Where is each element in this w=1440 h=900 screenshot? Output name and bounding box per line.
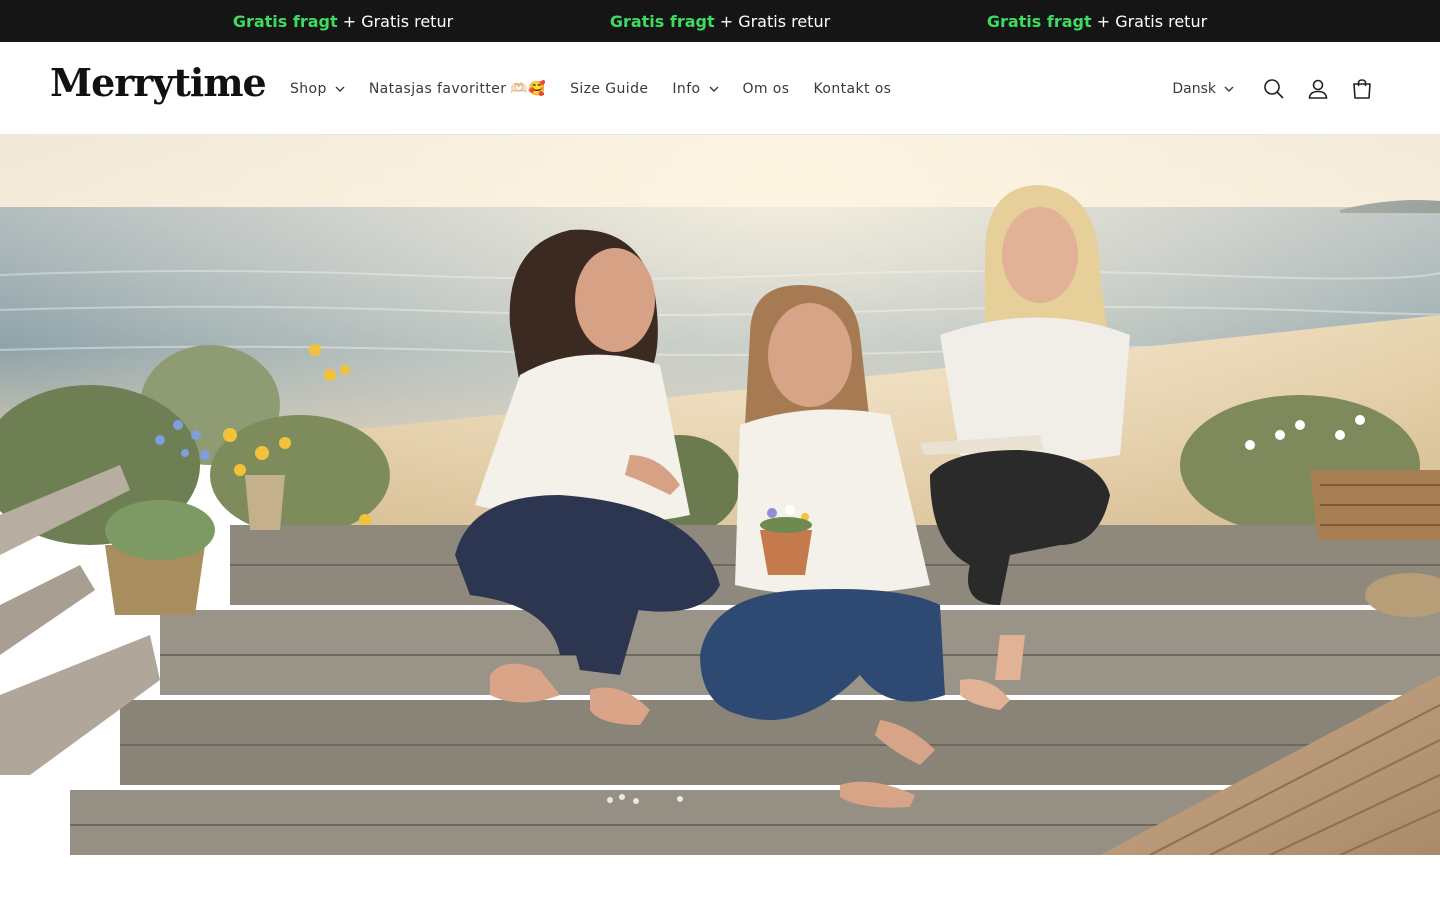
language-label: Dansk (1172, 80, 1216, 97)
site-header: Merrytime Shop Natasjas favoritter 🫶🏻🥰 S… (0, 42, 1440, 135)
search-button[interactable] (1252, 67, 1296, 111)
header-tools: Dansk (1172, 42, 1384, 135)
announcement-highlight: Gratis fragt (986, 11, 1092, 31)
nav-item-label: Info (672, 80, 701, 97)
account-button[interactable] (1296, 67, 1340, 111)
chevron-down-icon (1224, 86, 1234, 92)
language-selector[interactable]: Dansk (1172, 81, 1234, 97)
announcement-highlight: Gratis fragt (232, 11, 338, 31)
chevron-down-icon (709, 86, 718, 92)
nav-item-label: Om os (742, 80, 790, 97)
hero-image (0, 135, 1440, 855)
nav-item-label: Natasjas favoritter (368, 80, 507, 97)
search-icon (1264, 78, 1284, 99)
nav-item-contact[interactable]: Kontakt os (813, 81, 891, 97)
logo[interactable]: Merrytime (50, 60, 267, 105)
hero-banner (0, 135, 1440, 855)
nav-item-about[interactable]: Om os (743, 81, 790, 97)
announcement-bar: Gratis fragt + Gratis retur Gratis fragt… (0, 0, 1440, 42)
announcement-item: Gratis fragt + Gratis retur (155, 12, 532, 31)
chevron-down-icon (335, 86, 345, 92)
announcement-text: + Gratis retur (1091, 11, 1208, 31)
main-nav: Shop Natasjas favoritter 🫶🏻🥰 Size Guide … (290, 42, 915, 135)
nav-item-label: Shop (290, 80, 327, 97)
cart-button[interactable] (1340, 67, 1384, 111)
announcement-text: + Gratis retur (714, 11, 831, 31)
heart-emoji-icon: 🫶🏻🥰 (510, 80, 547, 97)
nav-item-size-guide[interactable]: Size Guide (570, 81, 648, 97)
announcement-item: Gratis fragt + Gratis retur (909, 12, 1286, 31)
nav-item-label: Kontakt os (813, 80, 892, 97)
announcement-item: Gratis fragt + Gratis retur (532, 12, 909, 31)
nav-item-favorites[interactable]: Natasjas favoritter 🫶🏻🥰 (369, 81, 546, 97)
cart-icon (1353, 78, 1371, 99)
nav-item-shop[interactable]: Shop (290, 81, 345, 97)
account-icon (1308, 79, 1328, 99)
announcement-text: + Gratis retur (337, 11, 454, 31)
nav-item-label: Size Guide (570, 80, 649, 97)
nav-item-info[interactable]: Info (672, 81, 718, 97)
announcement-highlight: Gratis fragt (609, 11, 715, 31)
